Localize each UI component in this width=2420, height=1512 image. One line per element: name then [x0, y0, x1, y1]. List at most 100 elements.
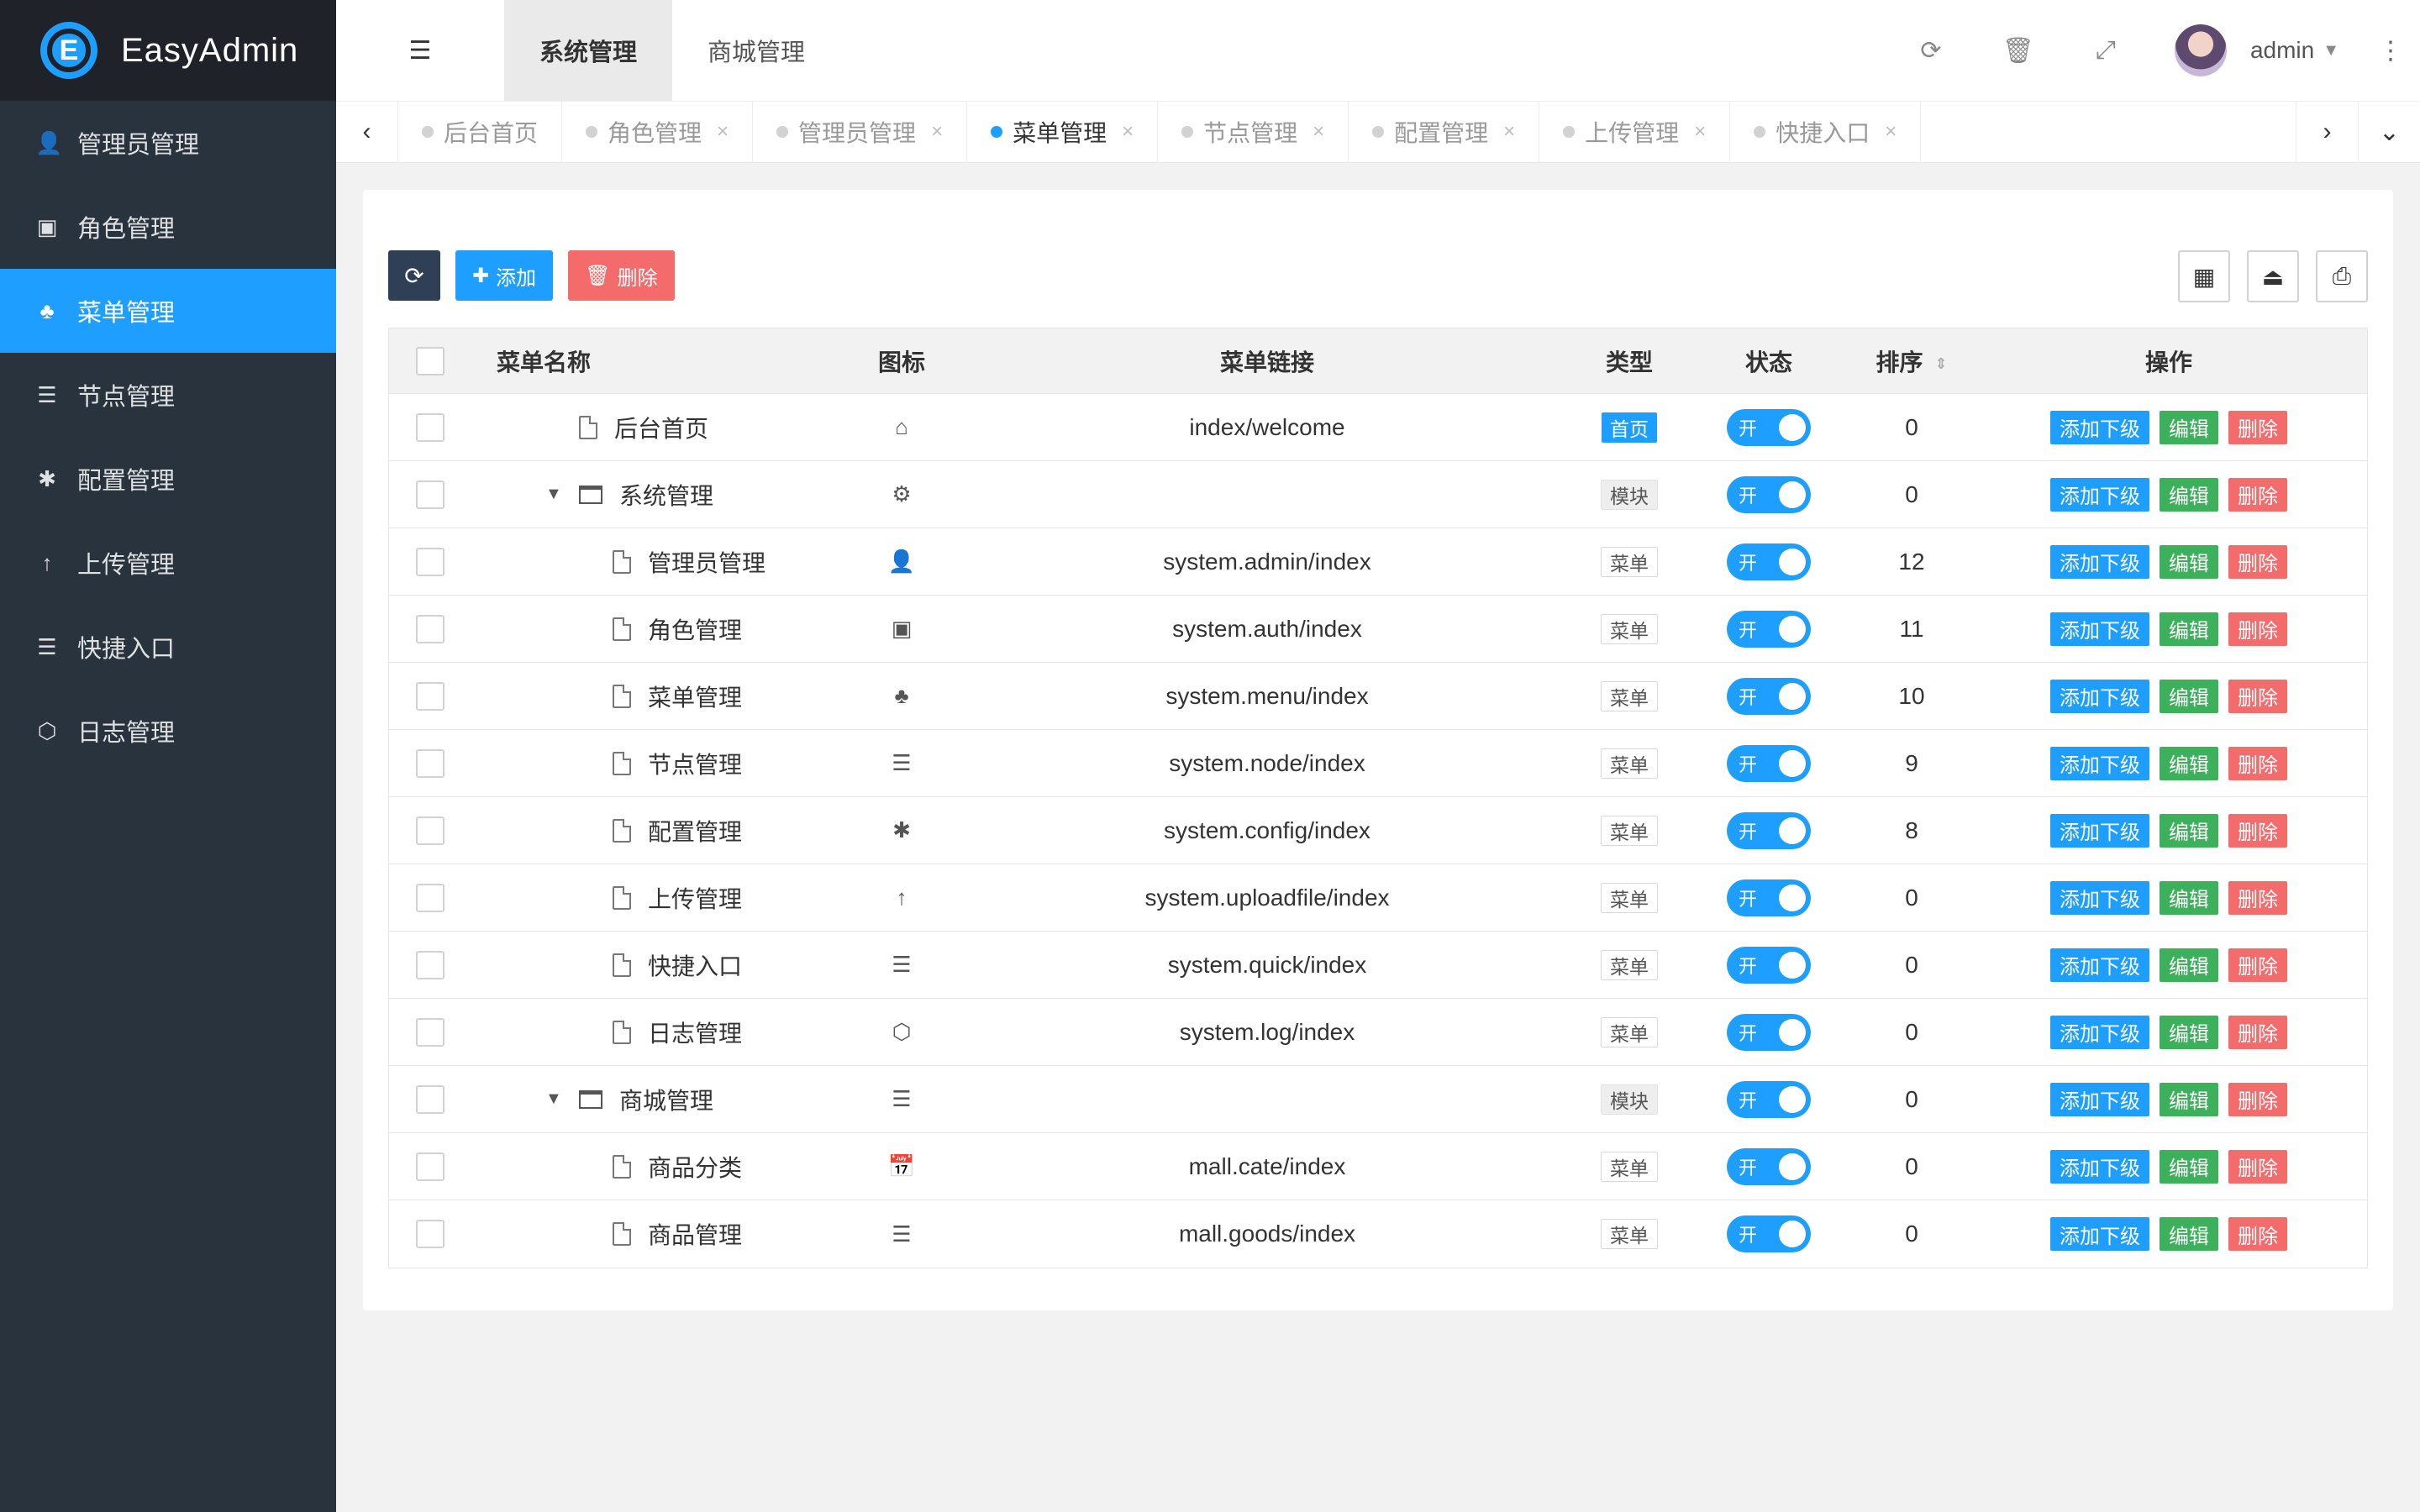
top-tab[interactable]: 系统管理 — [504, 0, 673, 101]
close-icon[interactable]: × — [1503, 120, 1515, 144]
sidebar-item[interactable]: 👤 管理员管理 — [0, 101, 336, 185]
status-toggle[interactable]: 开 — [1727, 946, 1811, 984]
delete-row-button[interactable]: 删除 — [2228, 612, 2287, 646]
export-button[interactable]: ⏏ — [2247, 250, 2299, 302]
close-icon[interactable]: × — [1122, 120, 1134, 144]
status-toggle[interactable]: 开 — [1727, 1215, 1811, 1252]
column-header-sort[interactable]: 排序 ⇕ — [1853, 344, 1970, 378]
row-checkbox[interactable] — [416, 816, 445, 845]
status-toggle[interactable]: 开 — [1727, 1147, 1811, 1185]
top-tab[interactable]: 商城管理 — [672, 0, 840, 101]
tabs-menu-button[interactable]: ⌄ — [2358, 101, 2420, 163]
status-toggle[interactable]: 开 — [1727, 543, 1811, 580]
select-all-checkbox[interactable] — [416, 346, 445, 375]
status-toggle[interactable]: 开 — [1727, 677, 1811, 715]
close-icon[interactable]: × — [1313, 120, 1324, 144]
row-checkbox[interactable] — [416, 412, 445, 442]
close-icon[interactable]: × — [1694, 120, 1706, 144]
add-child-button[interactable]: 添加下级 — [2050, 880, 2149, 915]
edit-button[interactable]: 编辑 — [2160, 612, 2218, 646]
edit-button[interactable]: 编辑 — [2160, 1082, 2218, 1116]
tabs-scroll-left-button[interactable]: ‹ — [336, 101, 398, 163]
status-toggle[interactable]: 开 — [1727, 744, 1811, 782]
delete-row-button[interactable]: 删除 — [2228, 948, 2287, 982]
add-child-button[interactable]: 添加下级 — [2050, 1149, 2149, 1184]
row-checkbox[interactable] — [416, 547, 445, 576]
row-checkbox[interactable] — [416, 1017, 445, 1047]
refresh-button[interactable]: ⟳ — [1887, 0, 1975, 101]
page-tab[interactable]: 后台首页 — [398, 101, 563, 163]
row-checkbox[interactable] — [416, 1084, 445, 1114]
add-child-button[interactable]: 添加下级 — [2050, 477, 2149, 512]
tabs-scroll-right-button[interactable]: › — [2296, 101, 2358, 163]
edit-button[interactable]: 编辑 — [2160, 1149, 2218, 1184]
caret-down-icon[interactable]: ▼ — [2323, 41, 2339, 60]
row-checkbox[interactable] — [416, 950, 445, 979]
edit-button[interactable]: 编辑 — [2160, 813, 2218, 848]
sidebar-item[interactable]: ✱ 配置管理 — [0, 437, 336, 521]
status-toggle[interactable]: 开 — [1727, 879, 1811, 916]
status-toggle[interactable]: 开 — [1727, 408, 1811, 446]
close-icon[interactable]: × — [717, 120, 729, 144]
status-toggle[interactable]: 开 — [1727, 610, 1811, 648]
edit-button[interactable]: 编辑 — [2160, 1217, 2218, 1251]
row-checkbox[interactable] — [416, 883, 445, 912]
delete-row-button[interactable]: 删除 — [2228, 1217, 2287, 1251]
delete-row-button[interactable]: 删除 — [2228, 746, 2287, 780]
add-child-button[interactable]: 添加下级 — [2050, 813, 2149, 848]
add-child-button[interactable]: 添加下级 — [2050, 612, 2149, 646]
page-tab[interactable]: 配置管理 × — [1349, 101, 1540, 163]
delete-row-button[interactable]: 删除 — [2228, 1015, 2287, 1049]
delete-row-button[interactable]: 删除 — [2228, 813, 2287, 848]
add-child-button[interactable]: 添加下级 — [2050, 1217, 2149, 1251]
delete-row-button[interactable]: 删除 — [2228, 1082, 2287, 1116]
delete-row-button[interactable]: 删除 — [2228, 679, 2287, 713]
page-tab[interactable]: 节点管理 × — [1158, 101, 1349, 163]
row-checkbox[interactable] — [416, 480, 445, 509]
sidebar-item[interactable]: ☰ 节点管理 — [0, 353, 336, 437]
page-tab[interactable]: 菜单管理 × — [967, 101, 1159, 163]
status-toggle[interactable]: 开 — [1727, 475, 1811, 513]
close-icon[interactable]: × — [931, 120, 943, 144]
delete-row-button[interactable]: 删除 — [2228, 544, 2287, 579]
page-tab[interactable]: 上传管理 × — [1539, 101, 1731, 163]
edit-button[interactable]: 编辑 — [2160, 746, 2218, 780]
username[interactable]: admin — [2250, 37, 2314, 64]
caret-down-icon[interactable]: ▼ — [545, 485, 579, 504]
page-tab[interactable]: 快捷入口 × — [1730, 101, 1922, 163]
status-toggle[interactable]: 开 — [1727, 811, 1811, 849]
sidebar-item[interactable]: ☰ 快捷入口 — [0, 605, 336, 689]
edit-button[interactable]: 编辑 — [2160, 880, 2218, 915]
add-child-button[interactable]: 添加下级 — [2050, 679, 2149, 713]
add-child-button[interactable]: 添加下级 — [2050, 1082, 2149, 1116]
edit-button[interactable]: 编辑 — [2160, 544, 2218, 579]
status-toggle[interactable]: 开 — [1727, 1013, 1811, 1051]
delete-row-button[interactable]: 删除 — [2228, 410, 2287, 444]
edit-button[interactable]: 编辑 — [2160, 948, 2218, 982]
page-tab[interactable]: 管理员管理 × — [753, 101, 968, 163]
logo[interactable]: E EasyAdmin — [0, 0, 336, 101]
clear-cache-button[interactable]: 🗑 — [1975, 0, 2062, 101]
sidebar-item[interactable]: ↑ 上传管理 — [0, 521, 336, 605]
more-vertical-icon[interactable]: ⋮ — [2370, 36, 2412, 66]
caret-down-icon[interactable]: ▼ — [545, 1089, 579, 1109]
status-toggle[interactable]: 开 — [1727, 1080, 1811, 1118]
delete-row-button[interactable]: 删除 — [2228, 477, 2287, 512]
add-child-button[interactable]: 添加下级 — [2050, 410, 2149, 444]
row-checkbox[interactable] — [416, 748, 445, 778]
edit-button[interactable]: 编辑 — [2160, 1015, 2218, 1049]
close-icon[interactable]: × — [1885, 120, 1897, 144]
row-checkbox[interactable] — [416, 681, 445, 711]
add-child-button[interactable]: 添加下级 — [2050, 544, 2149, 579]
row-checkbox[interactable] — [416, 1152, 445, 1181]
fullscreen-button[interactable]: ⤢ — [2062, 0, 2149, 101]
delete-button[interactable]: 🗑 删除 — [568, 250, 675, 301]
print-button[interactable]: ⎙ — [2316, 250, 2368, 302]
sidebar-item[interactable]: ▣ 角色管理 — [0, 185, 336, 269]
delete-row-button[interactable]: 删除 — [2228, 1149, 2287, 1184]
refresh-table-button[interactable]: ⟳ — [388, 250, 440, 301]
avatar[interactable] — [2174, 24, 2227, 76]
sort-icon[interactable]: ⇕ — [1934, 355, 1947, 373]
sidebar-item[interactable]: ♣ 菜单管理 — [0, 269, 336, 353]
page-tab[interactable]: 角色管理 × — [562, 101, 754, 163]
